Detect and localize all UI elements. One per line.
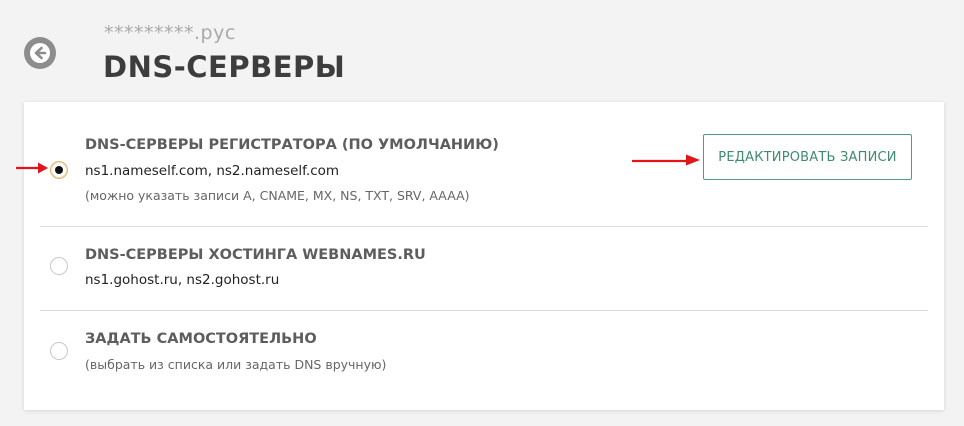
radio-registrar-dns[interactable]	[50, 161, 68, 179]
option-title: DNS-СЕРВЕРЫ ХОСТИНГА WEBNAMES.RU	[85, 247, 426, 263]
arrow-left-icon	[30, 43, 50, 63]
option-custom-dns[interactable]: ЗАДАТЬ САМОСТОЯТЕЛЬНО (выбрать из списка…	[40, 311, 928, 410]
radio-custom-dns[interactable]	[50, 342, 68, 360]
red-arrow-icon	[16, 162, 48, 174]
dns-settings-page: *********.рус DNS-СЕРВЕРЫ DNS-СЕРВЕРЫ РЕ…	[0, 0, 964, 426]
edit-records-button[interactable]: РЕДАКТИРОВАТЬ ЗАПИСИ	[703, 134, 912, 180]
radio-hosting-dns[interactable]	[50, 257, 68, 275]
option-hint: (можно указать записи A, CNAME, MX, NS, …	[85, 188, 470, 203]
red-arrow-icon	[632, 154, 700, 166]
option-hint: (выбрать из списка или задать DNS вручну…	[85, 357, 387, 372]
radio-selected-dot	[55, 166, 63, 174]
option-title: DNS-СЕРВЕРЫ РЕГИСТРАТОРА (ПО УМОЛЧАНИЮ)	[85, 137, 499, 153]
option-hosting-dns[interactable]: DNS-СЕРВЕРЫ ХОСТИНГА WEBNAMES.RU ns1.goh…	[40, 227, 928, 311]
domain-name: *********.рус	[104, 22, 236, 44]
option-servers: ns1.nameself.com, ns2.nameself.com	[85, 163, 340, 179]
back-button[interactable]	[24, 37, 56, 69]
option-servers: ns1.gohost.ru, ns2.gohost.ru	[85, 272, 280, 288]
option-title: ЗАДАТЬ САМОСТОЯТЕЛЬНО	[85, 331, 317, 347]
page-title: DNS-СЕРВЕРЫ	[103, 50, 346, 84]
